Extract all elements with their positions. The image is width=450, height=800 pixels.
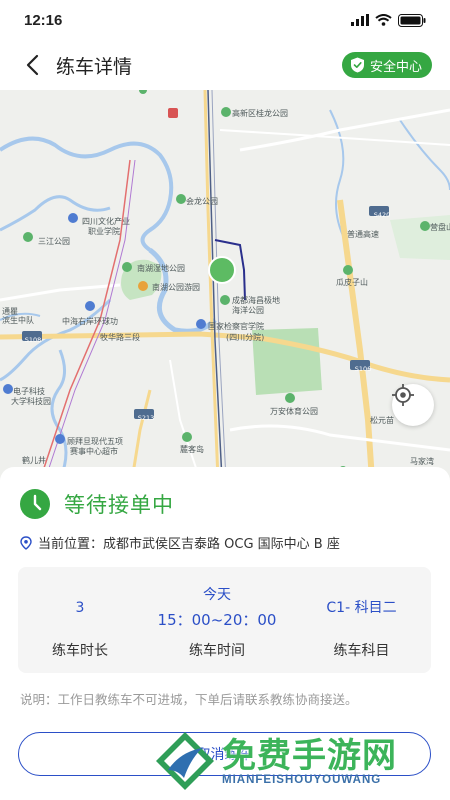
order-status: 等待接单中 — [20, 489, 174, 519]
time-column: 今天 15：00~20：00 练车时间 — [142, 567, 292, 673]
map-label: 会龙公园 — [186, 197, 218, 206]
time-range: 15：00~20：00 — [157, 611, 277, 629]
watermark-title: 免费手游网 — [222, 736, 397, 776]
subject-column: C1- 科目二 练车科目 — [292, 567, 431, 673]
map-label: 电子科技 — [13, 387, 45, 396]
map-view[interactable]: 高新区桂龙公园会龙公园四川文化产业 职业学院三江公园南湖湿地公园南湖公园游园成都海… — [0, 90, 450, 480]
map-label: 滨生中队 — [2, 316, 34, 325]
duration-column: 3 练车时长 — [18, 567, 142, 673]
map-label: 大学科技园 — [11, 397, 51, 406]
time-label: 练车时间 — [189, 643, 245, 659]
current-location: 当前位置： 成都市武侯区吉泰路 OCG 国际中心 B 座 — [20, 533, 340, 552]
clock-icon — [20, 489, 50, 519]
time-day: 今天 — [203, 587, 231, 603]
location-value: 成都市武侯区吉泰路 OCG 国际中心 B 座 — [103, 537, 340, 552]
map-label: 海洋公园 — [232, 306, 264, 315]
map-label: 中海右岸环球功 — [62, 317, 118, 326]
map-label: 成都海昌极地 — [232, 296, 280, 305]
shield-check-icon — [350, 57, 364, 73]
watermark-domain: MIANFEISHOUYOUWANG — [222, 774, 382, 786]
duration-label: 练车时长 — [52, 643, 108, 659]
watermark-logo-icon — [156, 732, 214, 790]
map-label: 营盘山 — [430, 223, 450, 232]
order-info-card: 3 练车时长 今天 15：00~20：00 练车时间 C1- 科目二 练车科目 — [18, 567, 431, 673]
crosshair-icon — [392, 384, 414, 406]
subject-label: 练车科目 — [333, 643, 390, 659]
map-label: 职业学院 — [88, 227, 120, 236]
status-text: 等待接单中 — [64, 493, 174, 517]
map-label: 四川文化产业 — [82, 217, 130, 226]
map-label: 普通高速 — [347, 230, 379, 239]
map-label: 瓜皮子山 — [336, 278, 368, 287]
status-time: 12:16 — [24, 11, 63, 29]
back-button[interactable] — [18, 51, 46, 79]
watermark: 免费手游网 MIANFEISHOUYOUWANG — [154, 728, 444, 794]
location-pin-icon — [20, 535, 32, 550]
map-label: 南湖湿地公园 — [137, 264, 185, 273]
wifi-icon — [375, 14, 392, 26]
road-shield-label: S213 — [137, 414, 155, 422]
map-label: 松元苗 — [370, 416, 394, 425]
safety-center-label: 安全中心 — [369, 59, 422, 75]
chevron-left-icon — [26, 54, 39, 76]
map-label: 牧华路三段 — [100, 333, 140, 342]
map-label: 国家检察官学院 — [208, 322, 264, 331]
status-icons — [351, 13, 426, 27]
map-label: 南湖公园游园 — [152, 283, 200, 292]
map-label: 马家湾 — [410, 457, 434, 466]
signal-icon — [351, 14, 369, 26]
subject-value: C1- 科目二 — [326, 600, 397, 616]
map-label: 鹤儿井 — [22, 456, 46, 465]
page-title: 练车详情 — [56, 55, 133, 78]
road-shield-label: S108 — [24, 336, 42, 344]
map-label: 万安体育公园 — [270, 407, 318, 416]
road-shield-label: S420 — [373, 211, 391, 219]
location-label: 当前位置： — [38, 537, 104, 552]
map-label: 高新区桂龙公园 — [232, 109, 288, 118]
map-label: 麓客岛 — [180, 445, 204, 454]
map-label: 三江公园 — [38, 237, 70, 246]
locate-button[interactable] — [392, 384, 434, 426]
road-shield-label: S106 — [354, 365, 372, 373]
order-note: 说明：工作日教练车不可进城，下单后请联系教练协商接送。 — [20, 692, 358, 707]
map-label: 顾拜旦现代五项 — [67, 437, 123, 446]
map-label: (四川分院) — [226, 333, 265, 342]
battery-icon — [398, 13, 426, 27]
map-label: 赛事中心超市 — [70, 447, 118, 456]
safety-center-button[interactable]: 安全中心 — [341, 52, 432, 78]
duration-value: 3 — [75, 600, 85, 616]
header: 练车详情 安全中心 — [0, 40, 450, 90]
status-bar: 12:16 — [0, 0, 450, 40]
